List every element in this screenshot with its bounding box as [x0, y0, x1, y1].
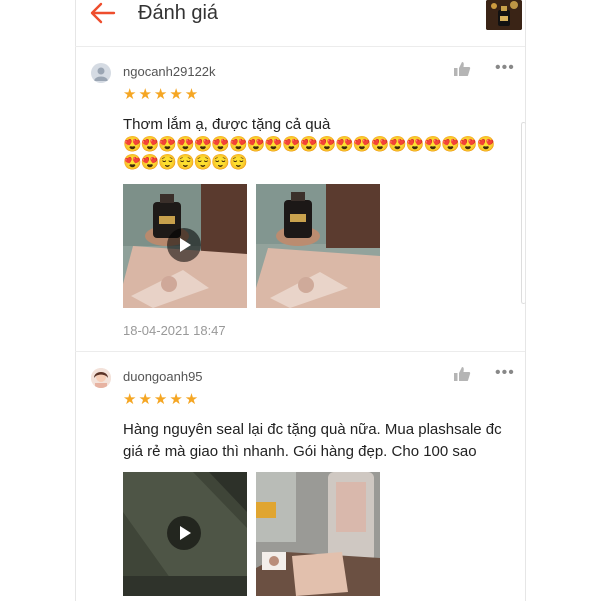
product-thumbnail[interactable] [486, 0, 522, 30]
more-options-icon[interactable]: ••• [495, 59, 515, 77]
play-icon[interactable] [167, 516, 201, 550]
back-arrow-icon[interactable] [88, 1, 118, 25]
avatar[interactable] [91, 368, 111, 388]
play-icon[interactable] [167, 228, 201, 262]
review-text: Thơm lắm ạ, được tặng cả quà [123, 116, 331, 133]
star-rating: ★★★★★ [123, 391, 201, 408]
scrollbar[interactable] [521, 122, 526, 304]
thumbs-up-icon[interactable] [453, 366, 471, 382]
review-item: ngocanh29122k ••• ★★★★★ Thơm lắm ạ, được… [75, 47, 525, 352]
review-date: 18-04-2021 18:47 [123, 323, 226, 338]
review-photo[interactable] [256, 472, 380, 596]
review-item: duongoanh95 ••• ★★★★★ Hàng nguyên seal l… [75, 352, 525, 601]
username[interactable]: ngocanh29122k [123, 64, 216, 79]
review-emoji-line: 😍😍😍😍😍😍😍😍😍😍😍😍😍😍😍😍😍😍😍😍😍 [123, 136, 495, 153]
header-bar: Đánh giá [0, 0, 601, 38]
review-photo[interactable] [256, 184, 380, 308]
thumbs-up-icon[interactable] [453, 61, 471, 77]
star-rating: ★★★★★ [123, 86, 201, 103]
more-options-icon[interactable]: ••• [495, 364, 515, 382]
review-video[interactable] [123, 472, 247, 596]
review-text: Hàng nguyên seal lại đc tặng quà nữa. Mu… [123, 421, 502, 460]
username[interactable]: duongoanh95 [123, 369, 203, 384]
avatar[interactable] [91, 63, 111, 83]
review-emoji-line: 😍😍😌😌😌😌😌 [123, 154, 248, 171]
review-video[interactable] [123, 184, 247, 308]
page-title: Đánh giá [138, 2, 219, 24]
